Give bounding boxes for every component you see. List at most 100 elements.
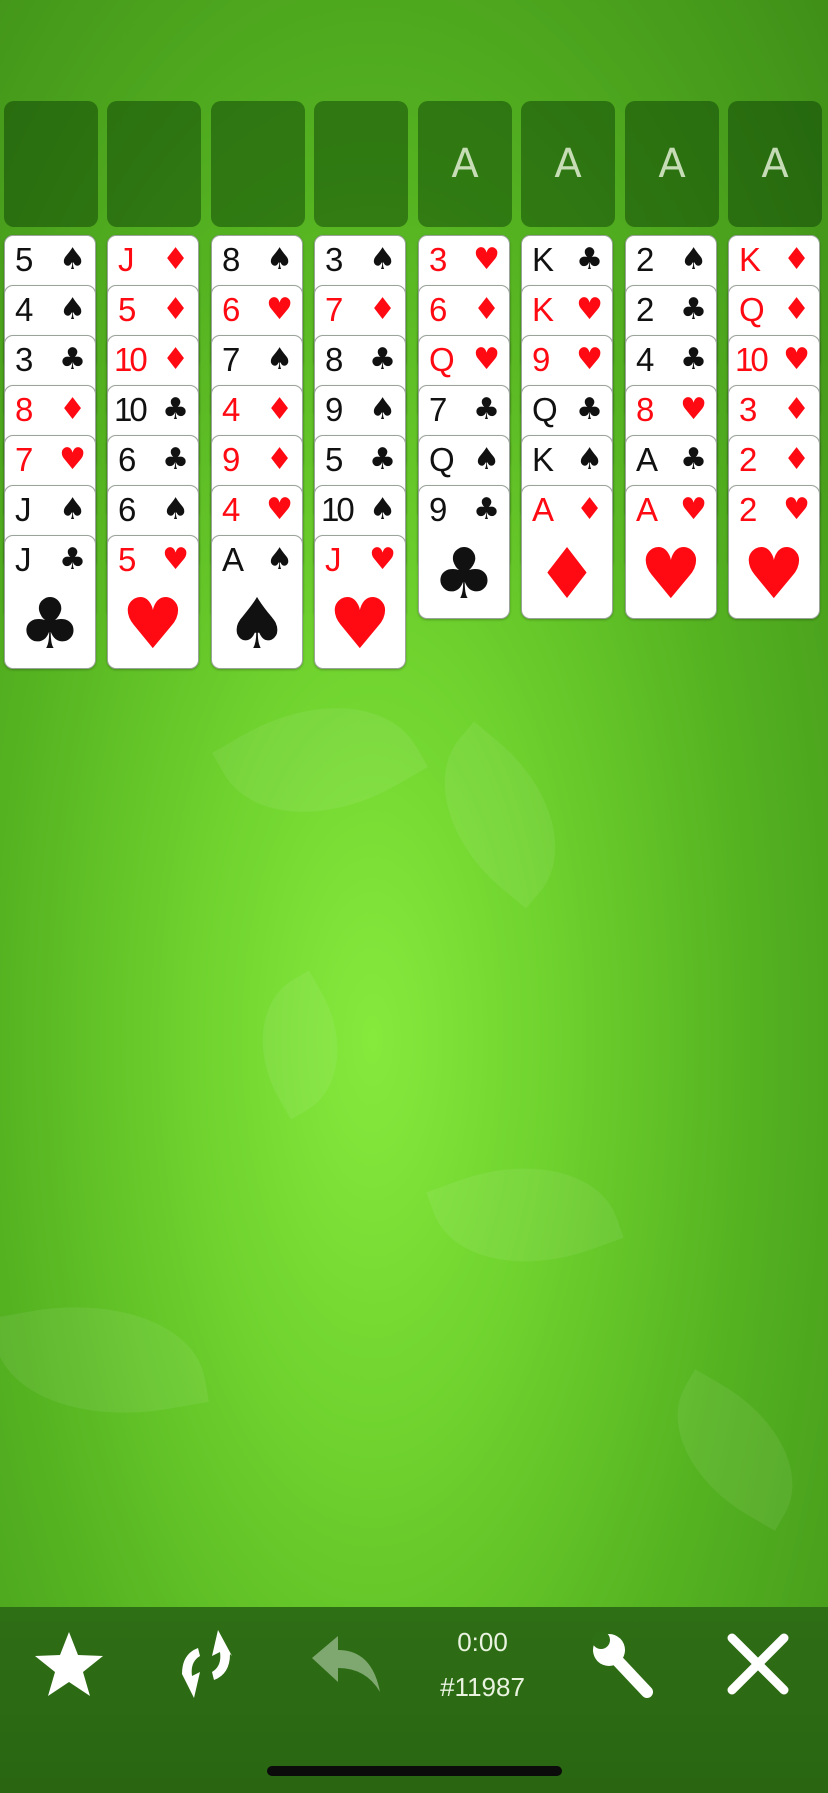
background-leaf xyxy=(426,1134,624,1296)
card-rank: 4 xyxy=(15,291,34,328)
card-rank: 7 xyxy=(15,441,34,478)
close-button[interactable] xyxy=(722,1628,792,1698)
foundation-pile-1[interactable]: A xyxy=(418,101,512,227)
free-cell-3[interactable] xyxy=(211,101,305,227)
playing-card[interactable]: J ♣ ♣ xyxy=(4,535,96,669)
card-suit-icon: ♦ xyxy=(59,392,86,427)
card-center-suit-icon: ♥ xyxy=(121,583,185,665)
card-suit-icon: ♠ xyxy=(680,242,707,277)
home-indicator xyxy=(267,1766,562,1776)
card-rank: K xyxy=(532,291,555,328)
card-rank: A xyxy=(636,491,659,528)
card-suit-icon: ♣ xyxy=(162,392,189,427)
card-center-suit-icon: ♠ xyxy=(225,583,289,665)
card-suit-icon: ♦ xyxy=(576,492,603,527)
card-suit-icon: ♣ xyxy=(473,492,500,527)
card-rank: 5 xyxy=(118,291,137,328)
playing-card[interactable]: 9 ♣ ♣ xyxy=(418,485,510,619)
card-suit-icon: ♦ xyxy=(162,242,189,277)
card-suit-icon: ♠ xyxy=(369,392,396,427)
card-suit-icon: ♣ xyxy=(162,442,189,477)
card-rank: 5 xyxy=(325,441,344,478)
card-rank: 6 xyxy=(118,441,137,478)
card-center-suit-icon: ♣ xyxy=(432,533,496,615)
card-suit-icon: ♠ xyxy=(473,442,500,477)
card-center-suit-icon: ♥ xyxy=(328,583,392,665)
background-leaf xyxy=(403,721,597,909)
card-suit-icon: ♥ xyxy=(162,542,189,577)
replay-icon xyxy=(180,1630,232,1698)
foundation-pile-3[interactable]: A xyxy=(625,101,719,227)
favorite-button[interactable] xyxy=(33,1628,103,1698)
card-suit-icon: ♣ xyxy=(680,442,707,477)
card-suit-icon: ♦ xyxy=(369,292,396,327)
card-suit-icon: ♥ xyxy=(266,492,293,527)
card-suit-icon: ♠ xyxy=(162,492,189,527)
card-rank: 3 xyxy=(15,341,34,378)
card-suit-icon: ♥ xyxy=(266,292,293,327)
card-suit-icon: ♦ xyxy=(473,292,500,327)
card-rank: 2 xyxy=(739,491,758,528)
card-suit-icon: ♣ xyxy=(369,342,396,377)
card-rank: 6 xyxy=(429,291,448,328)
playing-card[interactable]: J ♥ ♥ xyxy=(314,535,406,669)
card-rank: 6 xyxy=(222,291,241,328)
card-rank: 2 xyxy=(636,291,655,328)
card-suit-icon: ♦ xyxy=(783,442,810,477)
card-rank: J xyxy=(325,541,342,578)
free-cell-1[interactable] xyxy=(4,101,98,227)
playing-card[interactable]: 5 ♥ ♥ xyxy=(107,535,199,669)
card-rank: K xyxy=(532,441,555,478)
card-rank: A xyxy=(222,541,245,578)
card-rank: 5 xyxy=(118,541,137,578)
card-rank: Q xyxy=(429,341,455,378)
foundation-pile-2[interactable]: A xyxy=(521,101,615,227)
card-suit-icon: ♥ xyxy=(369,542,396,577)
card-rank: 10 xyxy=(321,491,355,528)
card-suit-icon: ♦ xyxy=(783,392,810,427)
card-suit-icon: ♣ xyxy=(369,442,396,477)
card-rank: 8 xyxy=(636,391,655,428)
card-rank: 9 xyxy=(532,341,551,378)
card-rank: 8 xyxy=(222,241,241,278)
card-suit-icon: ♣ xyxy=(576,242,603,277)
foundation-pile-4[interactable]: A xyxy=(728,101,822,227)
background-leaf xyxy=(0,1283,209,1437)
background-leaf xyxy=(231,970,369,1120)
playing-card[interactable]: A ♦ ♦ xyxy=(521,485,613,619)
card-rank: 8 xyxy=(325,341,344,378)
card-suit-icon: ♣ xyxy=(59,342,86,377)
card-rank: 4 xyxy=(636,341,655,378)
card-suit-icon: ♥ xyxy=(473,242,500,277)
card-suit-icon: ♥ xyxy=(576,342,603,377)
playing-card[interactable]: 2 ♥ ♥ xyxy=(728,485,820,619)
card-suit-icon: ♦ xyxy=(266,442,293,477)
card-rank: 2 xyxy=(636,241,655,278)
free-cell-2[interactable] xyxy=(107,101,201,227)
card-center-suit-icon: ♥ xyxy=(639,533,703,615)
card-rank: K xyxy=(739,241,762,278)
card-suit-icon: ♥ xyxy=(59,442,86,477)
card-rank: Q xyxy=(739,291,765,328)
close-icon xyxy=(727,1633,789,1695)
card-rank: K xyxy=(532,241,555,278)
card-rank: 10 xyxy=(114,341,148,378)
background-leaf xyxy=(212,663,428,857)
card-suit-icon: ♠ xyxy=(59,292,86,327)
card-center-suit-icon: ♥ xyxy=(742,533,806,615)
card-suit-icon: ♣ xyxy=(576,392,603,427)
card-rank: 9 xyxy=(429,491,448,528)
settings-button[interactable] xyxy=(585,1628,655,1698)
undo-button[interactable] xyxy=(308,1628,380,1698)
free-cell-4[interactable] xyxy=(314,101,408,227)
card-suit-icon: ♠ xyxy=(59,242,86,277)
card-rank: 7 xyxy=(429,391,448,428)
card-rank: 3 xyxy=(739,391,758,428)
replay-button[interactable] xyxy=(170,1628,240,1698)
card-suit-icon: ♥ xyxy=(473,342,500,377)
card-rank: 6 xyxy=(118,491,137,528)
playing-card[interactable]: A ♠ ♠ xyxy=(211,535,303,669)
star-icon xyxy=(35,1632,103,1696)
card-suit-icon: ♥ xyxy=(576,292,603,327)
playing-card[interactable]: A ♥ ♥ xyxy=(625,485,717,619)
